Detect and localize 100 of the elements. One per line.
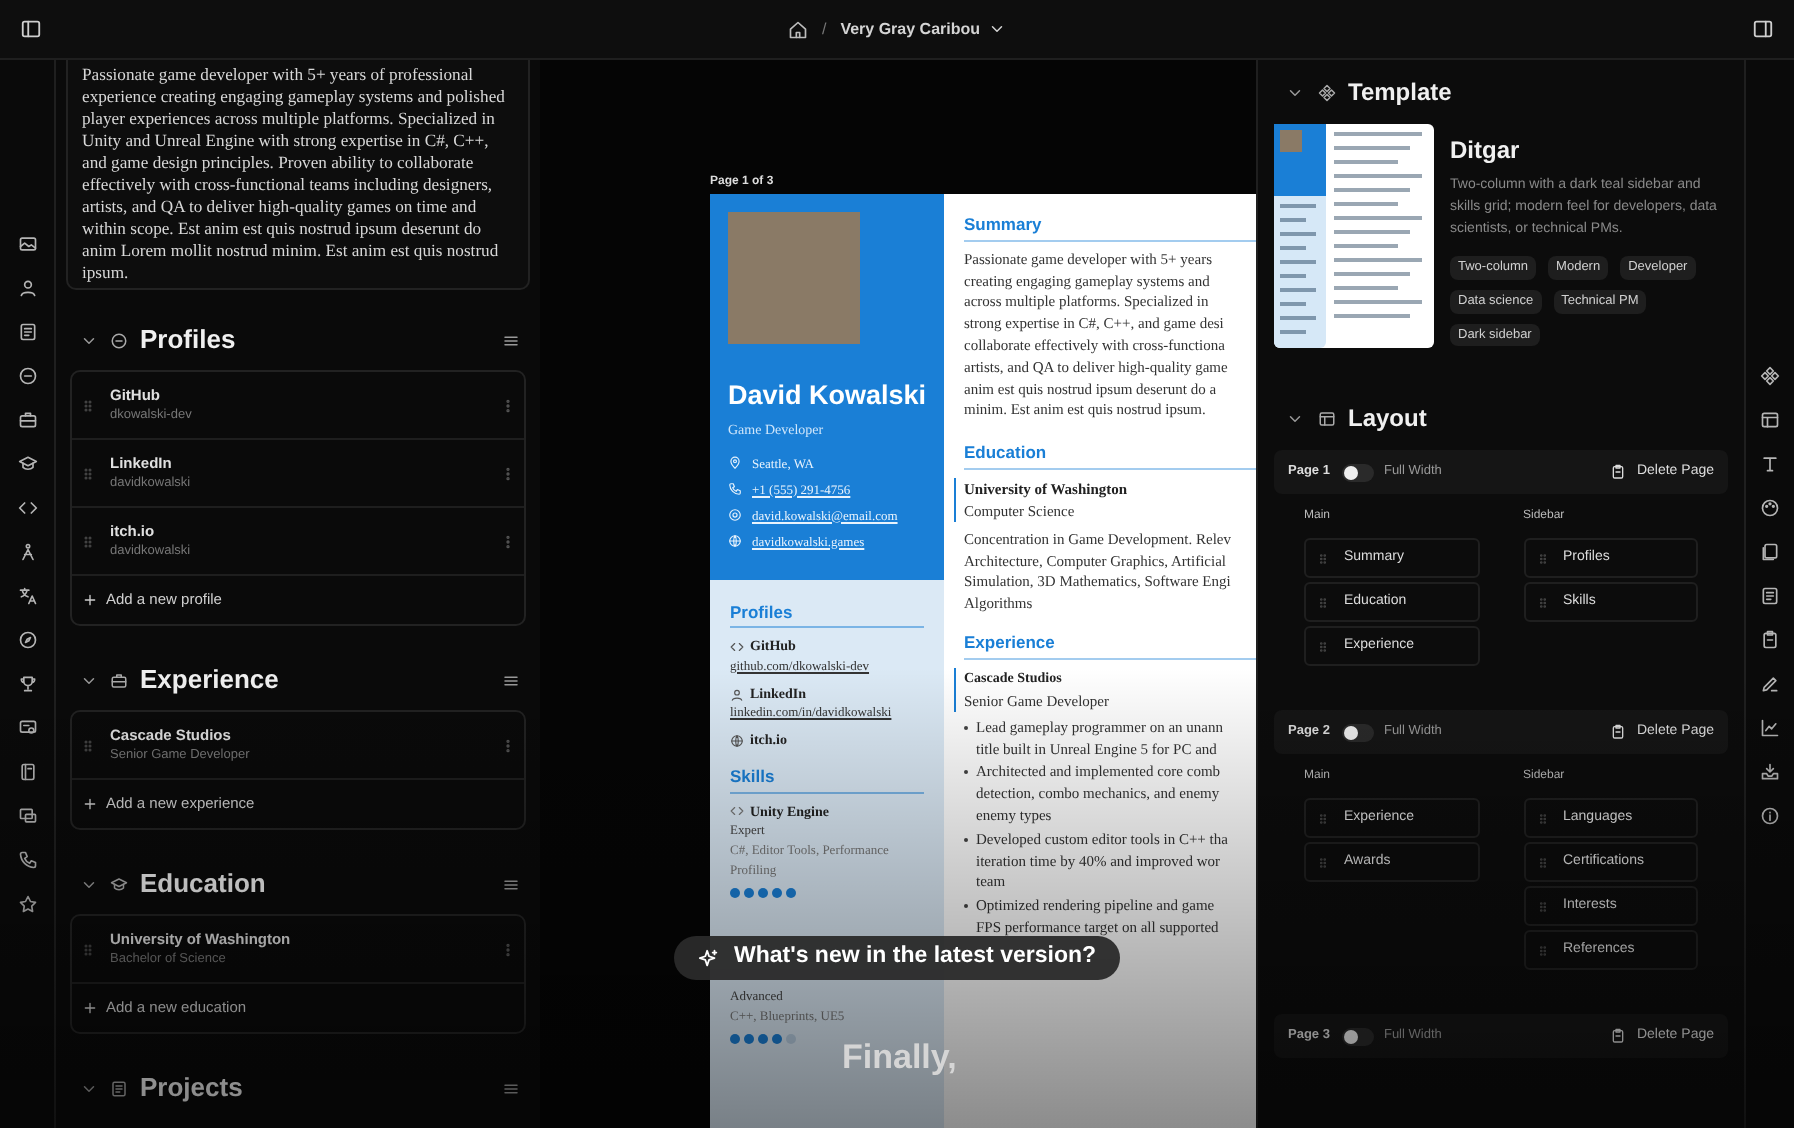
full-width-toggle[interactable] (1341, 1027, 1374, 1045)
trash-icon (1610, 464, 1627, 480)
plus-icon (82, 1000, 98, 1016)
clipboard-icon (1760, 630, 1780, 650)
pen-icon (1760, 674, 1780, 694)
graduation-cap-icon (110, 875, 128, 893)
globe-icon (728, 533, 742, 547)
location-pin-icon (728, 455, 742, 469)
drag-handle-icon (1535, 899, 1549, 913)
drag-handle-icon (80, 533, 96, 549)
globe-icon (730, 734, 744, 748)
plus-icon (82, 592, 98, 608)
section-menu-button[interactable] (502, 331, 520, 349)
layout-icon (1318, 409, 1336, 427)
type-icon (1760, 454, 1780, 474)
code-icon (730, 640, 744, 654)
full-width-toggle[interactable] (1341, 723, 1374, 741)
drag-handle-icon (1316, 639, 1330, 653)
trophy-icon (17, 674, 37, 694)
diamond-icon (1318, 83, 1336, 101)
certificate-icon (17, 718, 37, 738)
resume-title-dropdown[interactable]: Very Gray Caribou (840, 17, 1007, 41)
user-icon (17, 278, 37, 298)
caption-text: Finally, (842, 1036, 957, 1080)
section-heading: Profiles (730, 599, 924, 629)
more-options-icon (500, 533, 516, 549)
download-icon (1760, 762, 1780, 782)
drag-handle-icon (1535, 595, 1549, 609)
section-title: Template (1348, 76, 1452, 110)
plus-icon (82, 796, 98, 812)
more-options-icon (500, 397, 516, 413)
drag-handle-icon (1535, 551, 1549, 565)
full-width-toggle[interactable] (1341, 463, 1374, 481)
section-title: Experience (140, 662, 281, 699)
sidebar-toggle-button[interactable] (18, 16, 44, 42)
phone-icon (17, 850, 37, 870)
menu-icon (502, 875, 520, 893)
section-title: Layout (1348, 402, 1427, 436)
menu-icon (502, 331, 520, 349)
user-icon (730, 687, 744, 701)
code-icon (17, 498, 37, 518)
section-menu-button[interactable] (502, 875, 520, 893)
drag-handle-icon (1316, 811, 1330, 825)
trash-icon (1610, 724, 1627, 740)
menu-icon (502, 1079, 520, 1097)
section-title: Profiles (140, 322, 238, 359)
document-icon (1760, 586, 1780, 606)
graduation-cap-icon (17, 454, 37, 474)
palette-icon (1760, 498, 1780, 518)
section-title: Projects (140, 1070, 245, 1107)
template-name: Ditgar (1450, 134, 1522, 168)
whats-new-banner: What's new in the latest version? (674, 936, 1121, 980)
drag-handle-icon (80, 397, 96, 413)
pages-icon (1760, 542, 1780, 562)
template-thumbnail-drawing[interactable] (1274, 124, 1434, 348)
presentation-icon (17, 806, 37, 826)
briefcase-icon (17, 410, 37, 430)
panel-icon (1751, 18, 1774, 40)
drag-handle-icon (1535, 855, 1549, 869)
code-icon (730, 804, 744, 819)
document-icon (17, 322, 37, 342)
phone-icon (728, 481, 742, 495)
drag-handle-icon (1316, 855, 1330, 869)
sparkle-icon (698, 947, 720, 969)
person-name: David Kowalski (728, 378, 926, 414)
more-options-icon (500, 941, 516, 957)
book-icon (17, 762, 37, 782)
star-icon (17, 894, 37, 914)
summary-text: Passionate game developer with 5+ years of professional experience creating engaging gameplay systems and polished player experiences across multiple platforms. Specialized in Unity and Unreal Engine with strong expertise in C#, C++, and game design principles. Proven ability to collaborate effectively with cross-functional teams including designers, artists, and QA to deliver high-quality games on time and within scope. Est anim est quis nostrud ipsum deserunt do anim Lorem mollit nostrud minim. Est anim est quis nostrud ipsum. (82, 64, 507, 284)
info-icon (1760, 806, 1780, 826)
drag-handle-icon (1316, 551, 1330, 565)
drag-handle-icon (80, 737, 96, 753)
section-heading: Skills (730, 763, 924, 793)
briefcase-icon (110, 671, 128, 689)
diamond-icon (1760, 366, 1780, 386)
trash-icon (1610, 1028, 1627, 1044)
drag-handle-icon (80, 941, 96, 957)
menu-icon (502, 671, 520, 689)
section-menu-button[interactable] (502, 1079, 520, 1097)
drag-handle-icon (1535, 811, 1549, 825)
section-menu-button[interactable] (502, 671, 520, 689)
panel-toggle-button[interactable] (1749, 16, 1776, 42)
photo-placeholder (728, 212, 860, 344)
image-icon (17, 234, 37, 254)
at-sign-icon (728, 507, 742, 521)
drag-handle-icon (80, 465, 96, 481)
section-title: Education (140, 866, 268, 903)
drag-handle-icon (1316, 595, 1330, 609)
home-icon (787, 19, 808, 39)
language-icon (17, 586, 37, 606)
layout-icon (1760, 410, 1780, 430)
breadcrumb-separator: / (821, 17, 827, 41)
drag-handle-icon (1535, 943, 1549, 957)
more-options-icon (500, 737, 516, 753)
compass-icon (17, 630, 37, 650)
home-button[interactable] (787, 19, 808, 39)
chart-icon (1760, 718, 1780, 738)
panel-icon (20, 18, 42, 40)
more-options-icon (500, 465, 516, 481)
chevron-down-icon (988, 20, 1007, 38)
